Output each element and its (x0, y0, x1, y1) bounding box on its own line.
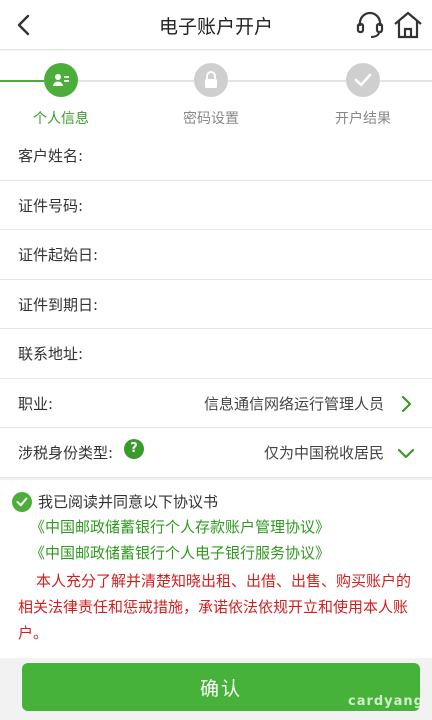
tax-identity-label: 涉税身份类型: ? (18, 439, 144, 463)
id-end-date-label: 证件到期日: (18, 295, 99, 314)
tax-identity-select[interactable]: 涉税身份类型: ? 仅为中国税收居民 (0, 428, 432, 478)
headset-icon (356, 11, 384, 38)
address-field[interactable]: 联系地址: (0, 329, 432, 379)
progress-steps: 个人信息 密码设置 开户结果 (0, 51, 432, 131)
person-card-icon (53, 74, 69, 86)
header-bar: 电子账户开户 (0, 0, 432, 50)
agreement-section: 我已阅读并同意以下协议书 《中国邮政储蓄银行个人存款账户管理协议》 《中国邮政储… (0, 480, 432, 658)
personal-info-form: 客户姓名: 证件号码: 证件起始日: 证件到期日: 联系地址: 职业: 信息通信… (0, 131, 432, 478)
customer-service-button[interactable] (354, 9, 386, 41)
step-label-password: 密码设置 (183, 111, 239, 127)
agree-checkbox[interactable] (12, 492, 32, 512)
progress-line (228, 80, 346, 82)
check-icon (354, 73, 372, 87)
checkmark-icon (16, 497, 28, 507)
watermark: cardyang (347, 694, 424, 709)
id-end-date-field[interactable]: 证件到期日: (0, 280, 432, 329)
address-label: 联系地址: (18, 345, 84, 363)
occupation-value: 信息通信网络运行管理人员 (203, 394, 384, 413)
deposit-agreement-link[interactable]: 《中国邮政储蓄银行个人存款账户管理协议》 (30, 516, 330, 537)
tax-identity-label-text: 涉税身份类型: (18, 444, 114, 462)
step-password (194, 63, 228, 97)
id-start-date-label: 证件起始日: (18, 246, 99, 264)
step-result (346, 63, 380, 97)
step-label-result: 开户结果 (335, 111, 391, 127)
progress-line-done (0, 80, 44, 82)
occupation-select[interactable]: 职业: 信息通信网络运行管理人员 (0, 379, 432, 428)
occupation-label: 职业: (18, 394, 54, 413)
step-label-personal-info: 个人信息 (33, 111, 89, 127)
help-icon[interactable]: ? (124, 439, 144, 459)
name-label: 客户姓名: (18, 147, 84, 165)
name-field[interactable]: 客户姓名: (0, 131, 432, 181)
tax-identity-value: 仅为中国税收居民 (263, 444, 384, 462)
id-number-field[interactable]: 证件号码: (0, 181, 432, 230)
ebanking-agreement-link[interactable]: 《中国邮政储蓄银行个人电子银行服务协议》 (30, 542, 330, 563)
agree-text: 我已阅读并同意以下协议书 (38, 493, 219, 511)
chevron-down-icon (397, 448, 415, 459)
id-start-date-field[interactable]: 证件起始日: (0, 230, 432, 280)
chevron-right-icon (401, 395, 412, 412)
id-number-label: 证件号码: (18, 196, 84, 215)
progress-line (380, 80, 432, 82)
home-icon (394, 11, 422, 39)
step-personal-info (44, 63, 78, 97)
legal-warning-text: 本人充分了解并清楚知晓出租、出借、出售、购买账户的相关法律责任和惩戒措施，承诺依… (18, 572, 412, 642)
home-button[interactable] (392, 9, 424, 41)
lock-icon (205, 71, 217, 88)
progress-line (78, 80, 194, 82)
